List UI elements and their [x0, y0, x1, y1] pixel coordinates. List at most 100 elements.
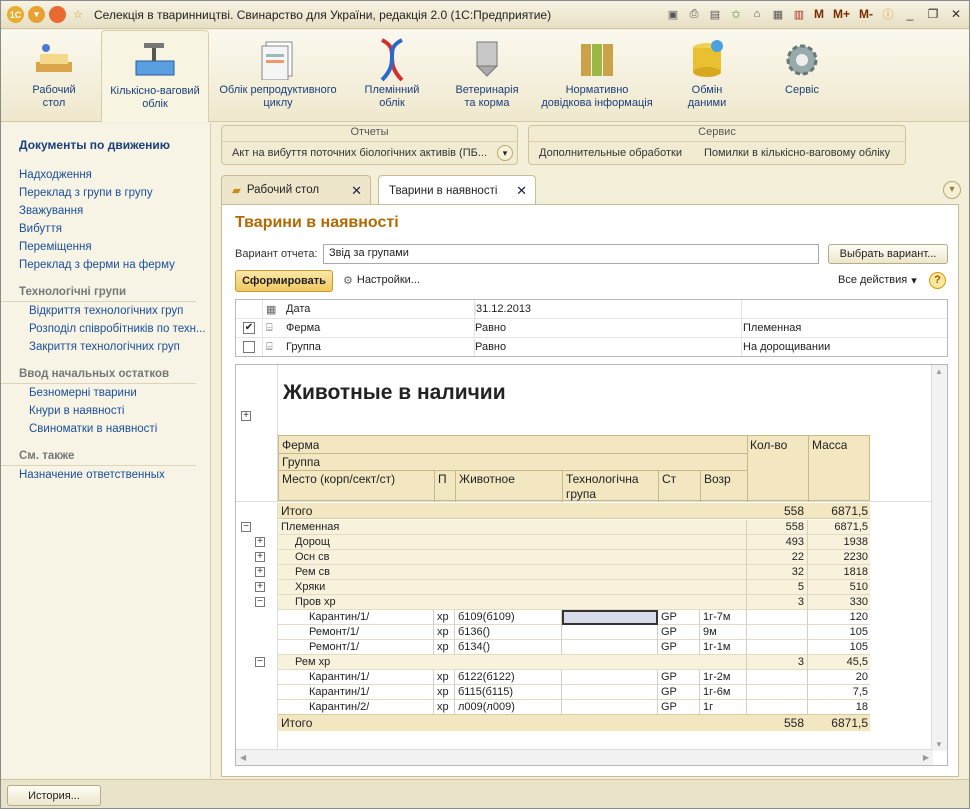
chevron-down-icon: ▾ [911, 275, 917, 287]
row-count: 3 [797, 656, 804, 668]
close-icon[interactable]: ✕ [947, 5, 965, 23]
nav-link-sows[interactable]: Свиноматки в наявності [1, 420, 210, 438]
section-desk[interactable]: Рабочий стол [11, 30, 97, 122]
row-mass: 105 [849, 626, 868, 638]
chevron-down-icon[interactable]: ▾ [943, 181, 961, 199]
settings-button[interactable]: ⚙ Настройки... [343, 274, 420, 287]
nav-link-movement[interactable]: Переміщення [1, 238, 210, 256]
expand-icon[interactable]: + [241, 411, 251, 421]
table-row[interactable]: Рем хр 3 45,5 [278, 655, 870, 670]
calendar-icon: ▦ [266, 304, 277, 316]
close-icon[interactable]: ✕ [516, 183, 527, 199]
tab-desk[interactable]: ▰ Рабочий стол ✕ [221, 175, 371, 204]
filter-checkbox[interactable]: ✔ [243, 322, 255, 334]
table-row[interactable]: Осн св 22 2230 [278, 550, 870, 565]
report-link-act[interactable]: Акт на вибуття поточних біологічних акти… [222, 142, 517, 164]
table-row[interactable]: Ремонт/1/хр б134() GP 1г-1м 105 [278, 640, 870, 655]
all-actions-menu[interactable]: Все действия ▾ [838, 274, 917, 287]
tab-bar: ▰ Рабочий стол ✕ Тварини в наявності ✕ ▾ [221, 175, 969, 205]
nav-link-responsible[interactable]: Назначение ответственных [1, 466, 210, 484]
history-button[interactable]: История... [7, 785, 101, 806]
section-reproductive-cycle[interactable]: Облік репродуктивного циклу [213, 30, 343, 122]
section-veterinary[interactable]: Ветеринарія та корма [445, 30, 529, 122]
memory-m-button[interactable]: M [812, 7, 826, 21]
table-row[interactable]: Пров хр 3 330 [278, 595, 870, 610]
help-button[interactable]: ? [929, 272, 946, 289]
nav-group-initial: Ввод начальных остатков [1, 364, 196, 384]
orange-circle-icon[interactable] [49, 6, 66, 23]
service-link-errors[interactable]: Помилки в кількісно-ваговому обліку [704, 147, 890, 159]
calculator-icon[interactable]: ▦ [770, 6, 786, 22]
table-row[interactable]: Хряки 5 510 [278, 580, 870, 595]
nav-link-farm-transfer[interactable]: Переклад з ферми на ферму [1, 256, 210, 274]
section-quantity-weight[interactable]: Кількісно-ваговий облік [101, 30, 209, 122]
logo-icon[interactable]: 1С [7, 6, 24, 23]
filter-row[interactable]: ▦ Дата 31.12.2013 [236, 300, 947, 319]
nav-link-disposal[interactable]: Вибуття [1, 220, 210, 238]
memory-plus-button[interactable]: M+ [831, 7, 852, 21]
nav-link-weighing[interactable]: Зважування [1, 202, 210, 220]
calendar-icon[interactable]: ▥ [791, 6, 807, 22]
expand-icon[interactable]: + [255, 552, 265, 562]
report-header: Ферма Группа Место (корп/сект/ст) П Живо… [278, 435, 870, 502]
favorite-add-icon[interactable]: ✩ [728, 6, 744, 22]
chevron-down-icon[interactable]: ▾ [497, 145, 513, 161]
print-icon[interactable]: ⎙ [686, 6, 702, 22]
selected-cell[interactable] [562, 610, 658, 625]
nav-link-unnumbered[interactable]: Безномерні тварини [1, 384, 210, 402]
service-link-extra[interactable]: Дополнительные обработки [539, 147, 682, 159]
expand-icon[interactable]: + [255, 537, 265, 547]
nav-link-close-groups[interactable]: Закриття технологічних груп [1, 338, 210, 356]
dropdown-circle-icon[interactable]: ▾ [28, 6, 45, 23]
filter-row[interactable]: ⌸ Группа Равно На дорощивании [236, 338, 947, 357]
restore-icon[interactable]: ❐ [924, 5, 942, 23]
collapse-icon[interactable]: − [241, 522, 251, 532]
filter-checkbox[interactable] [243, 341, 255, 353]
table-row[interactable]: Карантин/1/хр б115(б115) GP 1г-6м 7,5 [278, 685, 870, 700]
report-form: Тварини в наявності Вариант отчета: Звід… [221, 204, 959, 777]
close-icon[interactable]: ✕ [351, 183, 362, 199]
help-icon[interactable]: ⓘ [880, 6, 896, 22]
star-icon[interactable]: ☆ [70, 7, 86, 23]
chevron-up-icon[interactable]: ▲ [935, 367, 943, 376]
memory-minus-button[interactable]: M- [857, 7, 875, 21]
section-service[interactable]: Сервіс [767, 30, 837, 122]
nav-link-boars[interactable]: Кнури в наявності [1, 402, 210, 420]
favorites-icon[interactable]: ⌂ [749, 6, 765, 22]
expand-icon[interactable]: + [255, 567, 265, 577]
collapse-icon[interactable]: − [255, 597, 265, 607]
row-age: 1г-7м [703, 611, 731, 623]
row-count: 5 [797, 581, 804, 593]
table-row[interactable]: Рем св 32 1818 [278, 565, 870, 580]
choose-variant-button[interactable]: Выбрать вариант... [828, 244, 948, 264]
section-data-exchange[interactable]: Обмін даними [671, 30, 743, 122]
generate-button[interactable]: Сформировать [235, 270, 333, 292]
section-reference-info[interactable]: Нормативно довідкова інформація [537, 30, 657, 122]
save-icon[interactable]: ▣ [665, 6, 681, 22]
table-row[interactable]: Карантин/2/хр л009(л009) GP 1г 18 [278, 700, 870, 715]
tab-animals-available[interactable]: Тварини в наявності ✕ [378, 175, 536, 205]
row-age: 1г-1м [703, 641, 731, 653]
variant-field[interactable]: Звід за групами [323, 244, 819, 264]
row-name: Рем хр [295, 656, 331, 668]
section-breeding[interactable]: Племінний облік [351, 30, 433, 122]
table-row[interactable]: Карантин/1/хр б122(б122) GP 1г-2м 20 [278, 670, 870, 685]
table-row[interactable]: Дорощ 493 1938 [278, 535, 870, 550]
table-row[interactable]: Племенная 558 6871,5 [278, 520, 870, 535]
nav-link-receipt[interactable]: Надходження [1, 166, 210, 184]
nav-link-distribute-staff[interactable]: Розподіл співробітників по техн... [1, 320, 210, 338]
chevron-right-icon[interactable]: ▶ [923, 753, 929, 762]
nav-link-group-transfer[interactable]: Переклад з групи в групу [1, 184, 210, 202]
nav-link-open-groups[interactable]: Відкриття технологічних груп [1, 302, 210, 320]
table-row[interactable]: Ремонт/1/хр б136() GP 9м 105 [278, 625, 870, 640]
expand-icon[interactable]: + [255, 582, 265, 592]
preview-icon[interactable]: ▤ [707, 6, 723, 22]
filter-row[interactable]: ✔ ⌸ Ферма Равно Племенная [236, 319, 947, 338]
vertical-scrollbar[interactable]: ▲ ▼ [931, 365, 947, 751]
horizontal-scrollbar[interactable]: ◀ ▶ [236, 749, 933, 765]
chevron-left-icon[interactable]: ◀ [240, 753, 246, 762]
collapse-icon[interactable]: − [255, 657, 265, 667]
minimize-icon[interactable]: _ [901, 5, 919, 23]
report-spreadsheet[interactable]: + Животные в наличии Ферма Группа Место … [235, 364, 948, 766]
chevron-down-icon[interactable]: ▼ [935, 740, 943, 749]
